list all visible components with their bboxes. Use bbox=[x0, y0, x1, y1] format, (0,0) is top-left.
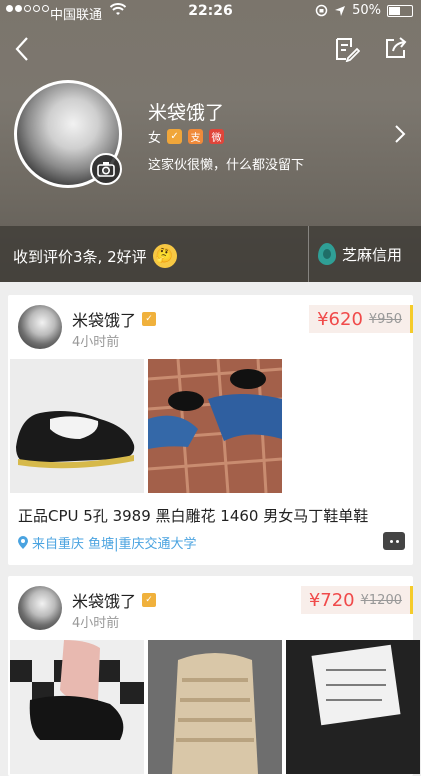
rating-bar: 收到评价3条, 2好评 🤔 芝麻信用 bbox=[0, 226, 421, 282]
price: ¥720 bbox=[308, 589, 355, 611]
listing-images bbox=[10, 640, 420, 774]
back-icon[interactable] bbox=[14, 36, 30, 62]
shoe-label-image bbox=[286, 640, 420, 774]
original-price: ¥1200 bbox=[360, 592, 402, 608]
weibo-badge-icon: 微 bbox=[209, 129, 225, 144]
listing-image[interactable] bbox=[10, 640, 144, 774]
sesame-credit-icon bbox=[318, 243, 336, 265]
username: 米袋饿了 bbox=[148, 102, 225, 124]
reviews-summary[interactable]: 收到评价3条, 2好评 🤔 bbox=[13, 244, 177, 268]
seller-name: 米袋饿了 ✓ bbox=[72, 307, 157, 331]
divider bbox=[308, 226, 309, 282]
sesame-credit-button[interactable]: 芝麻信用 bbox=[318, 243, 402, 265]
user-bio: 这家伙很懒，什么都没留下 bbox=[148, 158, 305, 173]
listing-card[interactable]: 米袋饿了 ✓ 4小时前 ¥620 ¥950 正品CPU 5孔 3989 黑白雕花… bbox=[8, 295, 413, 565]
battery-percent: 50% bbox=[352, 3, 381, 18]
camera-icon bbox=[97, 162, 115, 177]
verified-badge-icon: ✓ bbox=[142, 593, 157, 607]
seller-name: 米袋饿了 ✓ bbox=[72, 588, 157, 612]
status-bar: 中国联通 22:26 50% bbox=[0, 0, 421, 24]
chat-icon bbox=[389, 539, 399, 543]
reviews-text: 收到评价3条, 2好评 bbox=[13, 247, 147, 266]
price-box: ¥620 ¥950 bbox=[309, 305, 413, 333]
chat-button[interactable] bbox=[383, 532, 405, 550]
verified-badge-icon: ✓ bbox=[142, 312, 157, 326]
listing-images bbox=[10, 359, 282, 493]
post-time: 4小时前 bbox=[72, 616, 120, 631]
post-time: 4小时前 bbox=[72, 335, 120, 350]
gender-label: 女 bbox=[148, 131, 162, 146]
camera-button[interactable] bbox=[90, 153, 122, 185]
profile-header: 中国联通 22:26 50% 米袋饿了 女 ✓ 支 微 这家伙很懒，什么都没留下… bbox=[0, 0, 421, 282]
listing-image[interactable] bbox=[148, 640, 282, 774]
listing-location[interactable]: 来自重庆 鱼塘|重庆交通大学 bbox=[18, 533, 197, 552]
alipay-badge-icon: 支 bbox=[188, 129, 204, 144]
location-arrow-icon bbox=[335, 5, 346, 16]
rotation-lock-icon bbox=[315, 4, 328, 17]
share-icon[interactable] bbox=[384, 36, 408, 60]
edit-icon[interactable] bbox=[334, 36, 360, 62]
listing-title: 正品CPU 5孔 3989 黑白雕花 1460 男女马丁鞋单鞋 bbox=[18, 507, 369, 525]
seller-name-text: 米袋饿了 bbox=[72, 311, 137, 330]
chevron-right-icon[interactable] bbox=[394, 124, 406, 144]
profile-info[interactable]: 米袋饿了 女 ✓ 支 微 这家伙很懒，什么都没留下 bbox=[12, 78, 412, 190]
sesame-credit-label: 芝麻信用 bbox=[342, 245, 403, 264]
nav-bar bbox=[0, 30, 421, 70]
thinking-emoji-icon: 🤔 bbox=[152, 244, 177, 268]
battery-icon bbox=[387, 4, 413, 17]
listing-image[interactable] bbox=[286, 640, 420, 774]
wearing-shoes-image bbox=[148, 359, 282, 493]
verified-badge-icon: ✓ bbox=[167, 129, 183, 144]
user-tags: 女 ✓ 支 微 bbox=[148, 127, 225, 146]
shoe-image bbox=[10, 359, 144, 493]
seller-avatar[interactable] bbox=[18, 586, 62, 630]
seller-name-text: 米袋饿了 bbox=[72, 592, 137, 611]
listing-image[interactable] bbox=[10, 359, 144, 493]
original-price: ¥950 bbox=[368, 311, 402, 327]
price-box: ¥720 ¥1200 bbox=[300, 586, 413, 614]
location-text: 来自重庆 鱼塘|重庆交通大学 bbox=[32, 537, 197, 552]
listing-image[interactable] bbox=[148, 359, 282, 493]
checkered-floor-image bbox=[10, 640, 144, 774]
listing-card[interactable]: 米袋饿了 ✓ 4小时前 ¥720 ¥1200 bbox=[8, 576, 420, 776]
seller-avatar[interactable] bbox=[18, 305, 62, 349]
price: ¥620 bbox=[317, 308, 363, 330]
location-pin-icon bbox=[18, 536, 28, 549]
shoe-sole-image bbox=[148, 640, 282, 774]
